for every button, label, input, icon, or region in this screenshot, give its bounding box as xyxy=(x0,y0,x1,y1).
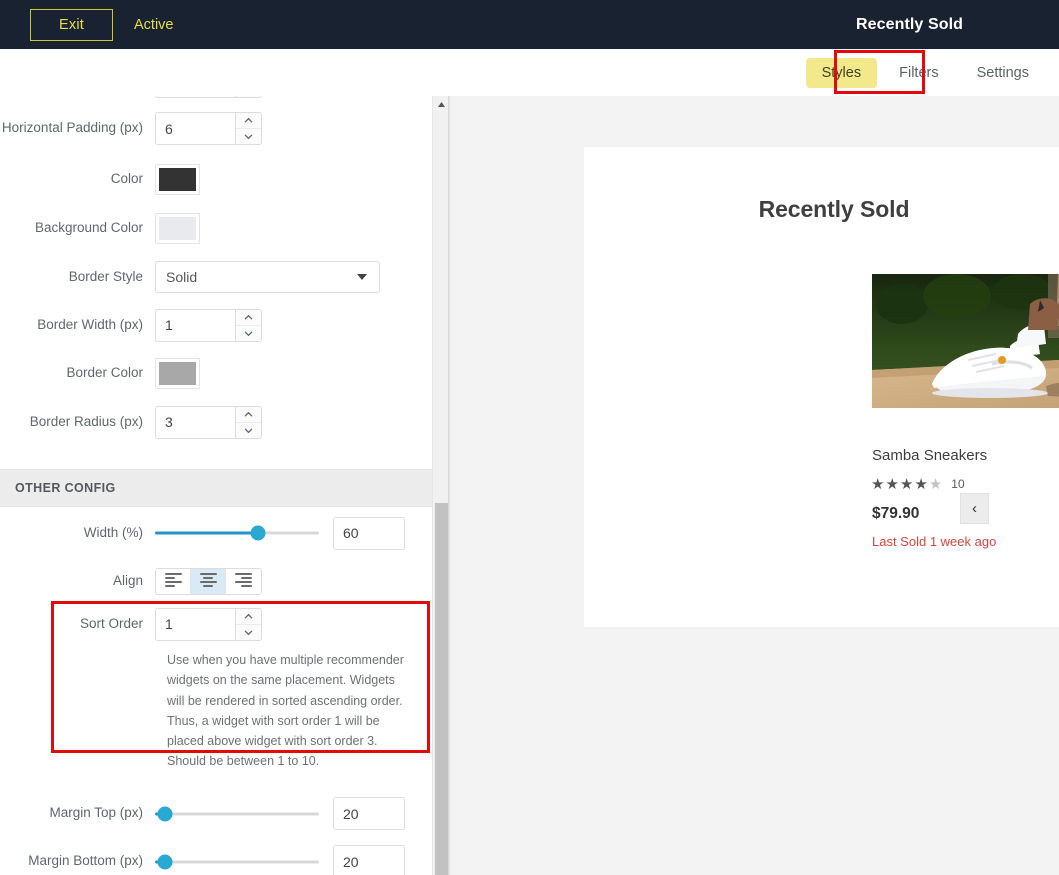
settings-panel-scrollbar[interactable] xyxy=(432,96,449,875)
field-border-color: Border Color xyxy=(0,349,432,397)
product-price: $79.90 xyxy=(872,505,920,522)
horizontal-padding-down-icon[interactable] xyxy=(236,129,261,144)
sort-order-help-text: Use when you have multiple recommender w… xyxy=(167,653,404,769)
field-sort-order: Sort Order xyxy=(0,603,432,645)
star-icon-5: ★ xyxy=(928,476,944,493)
horizontal-padding-input[interactable] xyxy=(155,112,235,145)
field-width: Width (%) xyxy=(0,507,432,559)
product-name: Samba Sneakers xyxy=(872,447,988,464)
label-sort-order: Sort Order xyxy=(79,615,143,631)
field-margin-bottom: Margin Bottom (px) xyxy=(0,838,432,875)
margin-bottom-slider[interactable] xyxy=(155,852,319,872)
width-value-input[interactable] xyxy=(333,516,405,550)
main-content: Horizontal Padding (px) 6 Color Backgrou… xyxy=(0,96,1059,875)
product-last-sold-note: Last Sold 1 week ago xyxy=(872,534,997,549)
width-slider-fill xyxy=(155,531,259,535)
partial-stepper-down-icon[interactable] xyxy=(236,96,261,97)
tab-settings[interactable]: Settings xyxy=(961,58,1045,88)
field-align: Align xyxy=(0,559,432,603)
label-color: Color xyxy=(110,171,143,187)
margin-bottom-value-input[interactable] xyxy=(333,845,405,875)
label-border-style: Border Style xyxy=(68,268,143,284)
border-radius-down-icon[interactable] xyxy=(236,423,261,438)
scrollbar-thumb[interactable] xyxy=(435,503,448,875)
tab-styles[interactable]: Styles xyxy=(805,57,878,88)
review-count: 10 xyxy=(951,477,965,491)
sort-order-input[interactable] xyxy=(155,607,235,641)
label-margin-top: Margin Top (px) xyxy=(49,805,143,821)
carousel-prev-button[interactable]: ‹ xyxy=(960,493,989,524)
label-border-width: Border Width (px) xyxy=(37,316,143,332)
margin-bottom-slider-thumb[interactable] xyxy=(157,854,173,869)
partial-input-top[interactable] xyxy=(155,96,235,98)
border-width-down-icon[interactable] xyxy=(236,326,261,341)
product-image xyxy=(872,274,1059,408)
align-center-button[interactable] xyxy=(191,568,226,594)
width-slider[interactable] xyxy=(155,523,319,543)
horizontal-padding-spinner[interactable] xyxy=(155,112,262,145)
field-background-color: Background Color xyxy=(0,204,432,253)
widget-title: Recently Sold xyxy=(758,196,910,222)
color-swatch-button[interactable] xyxy=(155,164,200,195)
label-margin-bottom: Margin Bottom (px) xyxy=(28,853,143,869)
border-radius-input[interactable] xyxy=(155,405,235,439)
margin-top-slider-thumb[interactable] xyxy=(157,806,173,821)
border-style-value: Solid xyxy=(166,269,198,285)
tab-bar: Styles Filters Settings xyxy=(0,49,1059,96)
partial-spinner-top[interactable] xyxy=(155,96,262,98)
star-icon-3: ★ xyxy=(899,476,915,493)
margin-top-value-input[interactable] xyxy=(333,797,405,830)
align-button-group xyxy=(155,567,262,595)
style-settings-panel: Horizontal Padding (px) 6 Color Backgrou… xyxy=(0,96,432,875)
star-icon-2: ★ xyxy=(885,476,900,493)
chevron-down-icon xyxy=(357,274,367,280)
star-icon-1: ★ xyxy=(871,476,886,493)
field-border-width: Border Width (px) xyxy=(0,301,432,349)
label-width: Width (%) xyxy=(83,524,143,540)
align-left-button[interactable] xyxy=(156,568,191,594)
align-right-icon xyxy=(235,573,252,589)
sort-order-down-icon[interactable] xyxy=(236,625,261,640)
border-color-swatch xyxy=(159,361,196,385)
color-swatch xyxy=(159,168,196,191)
field-border-style: Border Style Solid xyxy=(0,253,432,301)
background-color-swatch xyxy=(159,217,196,240)
margin-top-slider[interactable] xyxy=(155,804,319,824)
label-horizontal-padding: Horizontal Padding (px) xyxy=(1,120,143,136)
sort-order-spinner[interactable] xyxy=(155,607,262,641)
label-background-color: Background Color xyxy=(34,220,143,236)
exit-button[interactable]: Exit xyxy=(30,8,113,41)
top-bar: Exit Active xyxy=(0,0,1059,49)
width-slider-thumb[interactable] xyxy=(250,525,266,541)
align-right-button[interactable] xyxy=(226,568,261,594)
field-border-radius: Border Radius (px) xyxy=(0,397,432,447)
border-style-select[interactable]: Solid xyxy=(155,261,380,293)
widget-preview-area: Recently Sold ‹ Samba Sneakers ★ ★ ★ ★ ★… xyxy=(450,96,1059,875)
product-rating: ★ ★ ★ ★ ★ 10 xyxy=(871,475,965,493)
border-width-spinner[interactable] xyxy=(155,308,262,342)
border-radius-spinner[interactable] xyxy=(155,405,262,439)
section-header-other-config: OTHER CONFIG xyxy=(0,469,432,507)
align-center-icon xyxy=(199,573,217,589)
partial-stepper-top[interactable] xyxy=(235,96,262,98)
label-align: Align xyxy=(112,572,143,588)
status-active-label[interactable]: Active xyxy=(134,17,174,33)
label-border-radius: Border Radius (px) xyxy=(29,413,143,429)
horizontal-padding-up-icon[interactable] xyxy=(236,113,261,129)
star-icon-4: ★ xyxy=(914,476,929,493)
field-margin-top: Margin Top (px) xyxy=(0,790,432,838)
border-width-up-icon[interactable] xyxy=(236,310,261,326)
tab-filters[interactable]: Filters xyxy=(883,58,954,88)
label-border-color: Border Color xyxy=(66,364,143,380)
border-width-input[interactable] xyxy=(155,308,235,342)
border-color-swatch-button[interactable] xyxy=(155,357,200,389)
align-left-icon xyxy=(164,573,182,589)
border-radius-up-icon[interactable] xyxy=(236,407,261,423)
field-color: Color xyxy=(0,155,432,204)
widget-preview-card: Recently Sold ‹ Samba Sneakers ★ ★ ★ ★ ★… xyxy=(584,147,1059,627)
scroll-up-arrow-icon[interactable] xyxy=(433,96,450,113)
background-color-swatch-button[interactable] xyxy=(155,213,200,244)
field-horizontal-padding: Horizontal Padding (px) xyxy=(0,102,432,155)
sort-order-up-icon[interactable] xyxy=(236,609,261,625)
